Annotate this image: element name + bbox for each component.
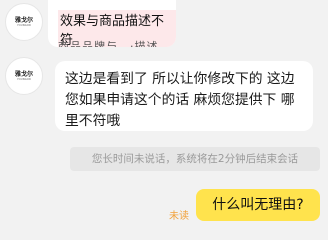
shop-logo-subtext: YOUNGOR bbox=[17, 23, 31, 27]
user-message-bubble[interactable]: 什么叫无理由? bbox=[196, 189, 320, 221]
shop-logo-subtext: YOUNGOR bbox=[17, 77, 31, 81]
shop-logo-text: 雅戈尔 bbox=[14, 70, 33, 78]
shop-logo-text: 雅戈尔 bbox=[14, 16, 33, 24]
product-card-bubble[interactable]: 效果与商品描述不符 商品品牌与…·描述 bbox=[48, 0, 176, 47]
unread-status: 未读 bbox=[169, 211, 189, 222]
system-timeout-notice: 您长时间未说话，系统将在2分钟后结束会话 bbox=[70, 147, 320, 171]
shop-avatar[interactable]: 雅戈尔 YOUNGOR bbox=[5, 57, 43, 95]
agent-message-bubble[interactable]: 这边是看到了 所以让你修改下的 这边您如果申请这个的话 麻烦您提供下 哪里不符哦 bbox=[55, 61, 313, 131]
complaint-subtitle-text: 商品品牌与…·描述 bbox=[58, 40, 159, 47]
shop-avatar-top[interactable]: 雅戈尔 YOUNGOR bbox=[5, 3, 43, 41]
